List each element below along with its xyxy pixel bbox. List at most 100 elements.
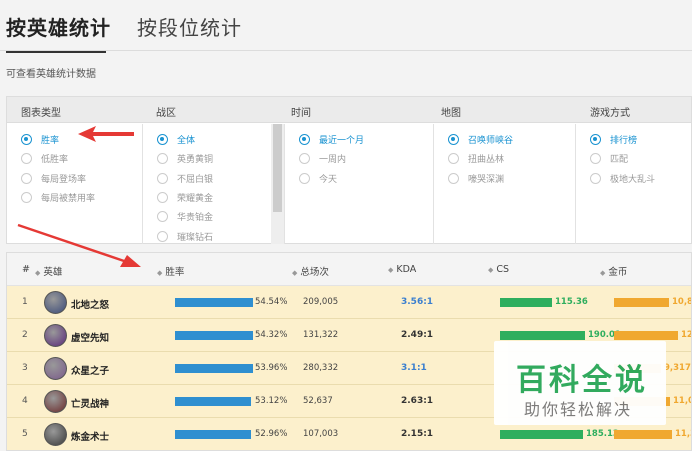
option-region-platinum[interactable]: 华贵铂金 <box>157 207 271 226</box>
hero-avatar[interactable] <box>44 357 67 380</box>
option-last-month[interactable]: 最近一个月 <box>299 130 433 149</box>
option-twisted-treeline[interactable]: 扭曲丛林 <box>448 149 575 168</box>
option-aram[interactable]: 极地大乱斗 <box>590 169 692 188</box>
gold-value: 9,317 <box>664 363 691 373</box>
kda-value: 2.63:1 <box>401 396 434 406</box>
header-gold-label: 金币 <box>608 267 628 278</box>
option-ban-rate[interactable]: 每局被禁用率 <box>21 188 142 207</box>
radio-icon <box>21 153 32 165</box>
option-label: 每局被禁用率 <box>41 194 96 205</box>
option-label: 嚎哭深渊 <box>468 174 505 185</box>
hero-avatar[interactable] <box>44 291 67 314</box>
radio-icon <box>448 153 459 165</box>
option-ranked[interactable]: 排行榜 <box>590 130 692 149</box>
header-winrate[interactable]: ◆ 胜率 <box>157 264 184 278</box>
watermark-logo: 百科全说 助你轻松解决 <box>494 341 666 425</box>
radio-icon <box>21 192 32 204</box>
option-region-bronze[interactable]: 英勇黄铜 <box>157 149 271 168</box>
winrate-value: 53.12% <box>255 396 288 406</box>
header-games[interactable]: ◆ 总场次 <box>292 264 329 278</box>
winrate-value: 54.32% <box>255 330 288 340</box>
winrate-value: 54.54% <box>255 297 288 307</box>
option-label: 胜率 <box>41 136 60 147</box>
gold-value: 11,3 <box>675 429 691 439</box>
option-label: 今天 <box>319 174 338 185</box>
option-label: 全体 <box>177 136 196 147</box>
sort-icon: ◆ <box>388 266 394 274</box>
row-rank: 5 <box>22 429 28 439</box>
option-last-week[interactable]: 一周内 <box>299 149 433 168</box>
kda-value: 2.15:1 <box>401 429 434 439</box>
header-hero-label: 英雄 <box>43 267 63 278</box>
hero-name[interactable]: 众星之子 <box>71 363 109 377</box>
option-today[interactable]: 今天 <box>299 169 433 188</box>
radio-icon <box>590 153 601 165</box>
filter-column-chart-type: 胜率 低胜率 每局登场率 每局被禁用率 <box>7 124 143 244</box>
games-count: 131,322 <box>303 330 339 340</box>
table-row[interactable]: 1 北地之怒 54.54% 209,005 3.56:1 115.36 10,8 <box>7 286 691 319</box>
hero-name[interactable]: 虚空先知 <box>71 330 109 344</box>
header-kda-label: KDA <box>396 264 417 275</box>
sort-icon: ◆ <box>157 269 163 277</box>
tab-by-rank[interactable]: 按段位统计 <box>137 12 242 48</box>
winrate-value: 52.96% <box>255 429 288 439</box>
filter-header-row: 图表类型 战区 时间 地图 游戏方式 <box>7 97 691 123</box>
sort-icon: ◆ <box>35 269 41 277</box>
option-low-winrate[interactable]: 低胜率 <box>21 149 142 168</box>
option-label: 荣耀黄金 <box>177 194 214 205</box>
option-region-all[interactable]: 全体 <box>157 130 271 149</box>
kda-value: 2.49:1 <box>401 330 434 340</box>
radio-icon <box>448 172 459 184</box>
hero-name[interactable]: 炼金术士 <box>71 429 109 443</box>
radio-selected-icon <box>157 134 168 146</box>
hero-name[interactable]: 北地之怒 <box>71 297 109 311</box>
option-pick-rate[interactable]: 每局登场率 <box>21 169 142 188</box>
option-region-silver[interactable]: 不屈白银 <box>157 169 271 188</box>
option-label: 每局登场率 <box>41 174 87 185</box>
filter-panel: 图表类型 战区 时间 地图 游戏方式 胜率 低胜率 每局登场率 每局被禁用率 全… <box>6 96 692 244</box>
header-gold[interactable]: ◆ 金币 <box>600 264 627 278</box>
option-label: 璀璨钻石 <box>177 232 214 243</box>
hero-name[interactable]: 亡灵战神 <box>71 396 109 410</box>
option-label: 匹配 <box>610 155 629 166</box>
option-label: 英勇黄铜 <box>177 155 214 166</box>
tab-by-hero[interactable]: 按英雄统计 <box>6 12 111 48</box>
option-label: 低胜率 <box>41 155 69 166</box>
filter-header-time: 时间 <box>291 108 311 119</box>
gold-bar <box>614 430 672 439</box>
radio-icon <box>157 230 168 242</box>
hero-avatar[interactable] <box>44 390 67 413</box>
radio-icon <box>21 172 32 184</box>
filter-header-chart-type: 图表类型 <box>21 108 61 119</box>
header-kda[interactable]: ◆ KDA <box>388 264 416 275</box>
option-howling-abyss[interactable]: 嚎哭深渊 <box>448 169 575 188</box>
option-label: 排行榜 <box>610 136 638 147</box>
option-region-gold[interactable]: 荣耀黄金 <box>157 188 271 207</box>
hero-avatar[interactable] <box>44 324 67 347</box>
gold-value: 12, <box>681 330 691 340</box>
gold-value: 11,0 <box>673 396 692 406</box>
filter-column-mode: 排行榜 匹配 极地大乱斗 <box>576 124 692 244</box>
kda-value: 3.1:1 <box>401 363 427 373</box>
option-region-diamond[interactable]: 璀璨钻石 <box>157 226 271 244</box>
option-normal[interactable]: 匹配 <box>590 149 692 168</box>
cs-bar <box>500 298 552 307</box>
option-summoners-rift[interactable]: 召唤师峡谷 <box>448 130 575 149</box>
winrate-value: 53.96% <box>255 363 288 373</box>
header-cs-label: CS <box>496 264 510 275</box>
filter-header-region: 战区 <box>156 108 176 119</box>
header-games-label: 总场次 <box>300 267 329 278</box>
radio-icon <box>157 153 168 165</box>
filter-header-map: 地图 <box>441 108 461 119</box>
option-winrate[interactable]: 胜率 <box>21 130 142 149</box>
hero-avatar[interactable] <box>44 423 67 446</box>
sort-icon: ◆ <box>488 266 494 274</box>
watermark-subtitle: 助你轻松解决 <box>524 400 633 419</box>
radio-selected-icon <box>299 134 310 146</box>
header-cs[interactable]: ◆ CS <box>488 264 509 275</box>
region-scrollbar[interactable] <box>271 124 284 244</box>
watermark-title: 百科全说 <box>516 363 648 398</box>
row-rank: 1 <box>22 297 28 307</box>
scrollbar-thumb[interactable] <box>273 124 282 212</box>
header-hero[interactable]: ◆ 英雄 <box>35 264 62 278</box>
